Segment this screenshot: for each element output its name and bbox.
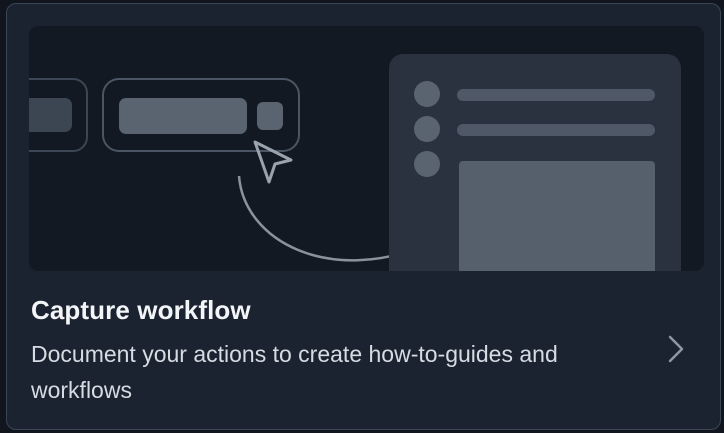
button-pill (119, 98, 247, 134)
card-description: Document your actions to create how-to-g… (31, 341, 558, 403)
card-title: Capture workflow (31, 295, 251, 325)
list-bullet-1 (414, 81, 440, 107)
content-block (459, 161, 655, 271)
left-partial-button-fill (29, 98, 72, 132)
chevron-right-icon[interactable] (665, 332, 687, 366)
capture-workflow-card[interactable]: Capture workflow Document your actions t… (6, 3, 721, 430)
list-bullet-2 (414, 116, 440, 142)
list-line-1 (457, 89, 655, 101)
list-bullet-3 (414, 151, 440, 177)
capture-workflow-illustration (29, 26, 704, 271)
cursor-arrow-icon (253, 140, 293, 184)
card-text: Capture workflow Document your actions t… (31, 290, 651, 408)
button-dot (257, 102, 283, 130)
list-line-2 (457, 124, 655, 136)
